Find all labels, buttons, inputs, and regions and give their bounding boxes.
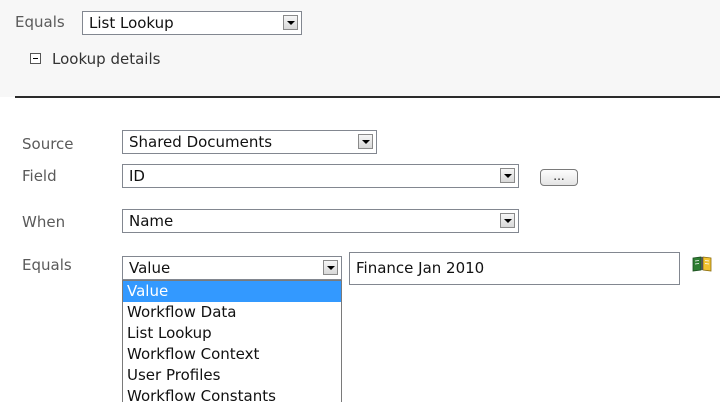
chevron-down-icon[interactable]	[283, 15, 298, 30]
top-equals-select[interactable]: List Lookup	[82, 11, 302, 35]
minus-icon[interactable]	[30, 53, 41, 64]
equals-select[interactable]: Value	[122, 256, 342, 280]
chevron-down-icon[interactable]	[500, 213, 515, 228]
field-label: Field	[22, 167, 57, 185]
dropdown-option[interactable]: Value	[123, 281, 341, 302]
divider	[15, 96, 720, 98]
book-icon[interactable]	[692, 256, 712, 272]
when-label: When	[22, 213, 66, 231]
dropdown-option[interactable]: Workflow Data	[123, 302, 341, 323]
equals-dropdown-list[interactable]: Value Workflow Data List Lookup Workflow…	[122, 280, 342, 402]
dropdown-option[interactable]: Workflow Constants	[123, 386, 341, 402]
source-select-value: Shared Documents	[129, 133, 273, 151]
field-select[interactable]: ID	[122, 164, 519, 188]
chevron-down-icon[interactable]	[500, 168, 515, 183]
field-select-value: ID	[129, 167, 145, 185]
equals-value-input[interactable]: Finance Jan 2010	[349, 252, 680, 285]
source-select[interactable]: Shared Documents	[122, 130, 377, 154]
equals-select-value: Value	[129, 259, 171, 277]
equals-label: Equals	[22, 256, 72, 274]
equals-value-text: Finance Jan 2010	[356, 259, 485, 277]
source-label: Source	[22, 135, 74, 153]
field-ellipsis-button[interactable]: ...	[540, 169, 578, 186]
dropdown-option[interactable]: Workflow Context	[123, 344, 341, 365]
dropdown-option[interactable]: List Lookup	[123, 323, 341, 344]
chevron-down-icon[interactable]	[323, 260, 338, 275]
top-equals-label: Equals	[15, 13, 65, 31]
dropdown-option[interactable]: User Profiles	[123, 365, 341, 386]
chevron-down-icon[interactable]	[358, 134, 373, 149]
top-equals-select-value: List Lookup	[89, 14, 174, 32]
when-select-value: Name	[129, 212, 174, 230]
lookup-details-toggle[interactable]: Lookup details	[52, 50, 160, 68]
when-select[interactable]: Name	[122, 209, 519, 233]
